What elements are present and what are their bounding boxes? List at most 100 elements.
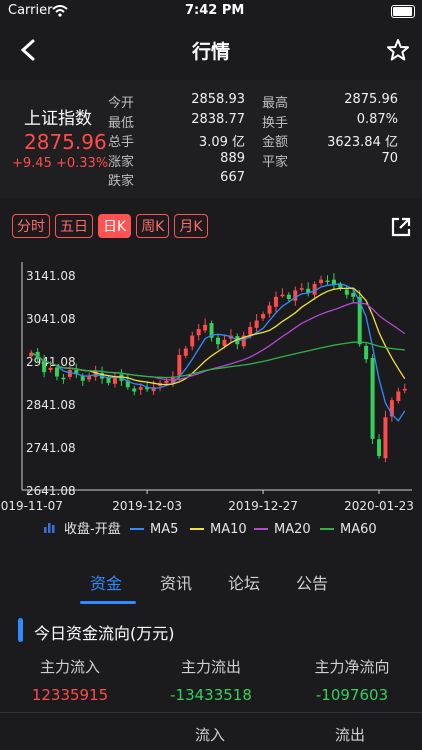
net-flow-value: -1097603 xyxy=(315,686,389,704)
candle-body xyxy=(325,280,330,283)
stat-label: 换手 xyxy=(262,115,289,131)
period-button[interactable]: 周K xyxy=(136,214,170,238)
candle-body xyxy=(203,324,208,331)
star-icon[interactable] xyxy=(386,38,410,62)
stat-value: 2838.77 xyxy=(191,111,245,127)
candle-body xyxy=(293,290,298,301)
stat-value: 70 xyxy=(381,150,398,166)
legend-label: MA5 xyxy=(150,522,178,537)
tab-underline xyxy=(80,601,136,604)
fullscreen-icon[interactable] xyxy=(390,216,412,238)
change-percent: +0.33% xyxy=(55,156,109,171)
candle-body xyxy=(87,376,92,380)
period-button[interactable]: 分时 xyxy=(12,214,50,238)
legend-label: MA60 xyxy=(340,522,377,537)
fund-flow-section: 今日资金流向(万元) 主力流入 主力流出 主力净流向 12335915 -134… xyxy=(0,606,422,750)
stat-label: 金额 xyxy=(262,135,289,150)
nav-bar: 行情 xyxy=(0,22,422,78)
candle-body xyxy=(273,296,278,307)
candle-body xyxy=(319,279,324,284)
candle-body xyxy=(177,354,182,376)
candle-body xyxy=(338,284,343,289)
inflow-value: 12335915 xyxy=(31,686,109,704)
candle-body xyxy=(54,367,59,377)
candle-body xyxy=(377,439,382,457)
section-marker xyxy=(18,618,23,642)
page-title: 行情 xyxy=(191,41,230,63)
period-buttons: 分时 五日 日K 周K 月K xyxy=(12,214,412,238)
candle-body xyxy=(280,294,285,297)
candle-body xyxy=(299,288,304,290)
candle-body xyxy=(61,377,66,380)
candle-body xyxy=(383,417,388,459)
stat-label: 总手 xyxy=(108,135,135,150)
divider xyxy=(0,712,422,713)
candle-body xyxy=(402,388,407,391)
clock: 7:42 PM xyxy=(185,3,245,18)
index-price: 2875.96 xyxy=(24,130,107,154)
candle-body xyxy=(196,329,201,336)
stat-value: 889 xyxy=(220,150,245,166)
y-tick-label: 2641.08 xyxy=(26,484,76,498)
candle-body xyxy=(351,293,356,297)
candle-body xyxy=(222,339,227,346)
legend-bar-icon xyxy=(44,527,47,533)
fund-flow-title: 今日资金流向(万元) xyxy=(34,624,175,643)
table-header-in: 流入 xyxy=(195,726,226,744)
kline-chart[interactable]: 3141.083041.082941.082841.082741.082641.… xyxy=(0,258,422,548)
outflow-header: 主力流出 xyxy=(180,658,241,676)
period-button[interactable]: 五日 xyxy=(55,214,93,238)
net-flow-header: 主力净流向 xyxy=(314,658,390,676)
carrier-label: Carrier xyxy=(8,3,53,18)
stat-value: 3623.84 亿 xyxy=(327,135,398,150)
period-button[interactable]: 月K xyxy=(174,214,208,238)
candle-body xyxy=(248,326,253,335)
candle-body xyxy=(132,388,137,392)
candle-body xyxy=(183,348,188,356)
candle-body xyxy=(396,391,401,401)
content-tabs: 资金 资讯 论坛 公告 xyxy=(0,560,422,606)
index-name: 上证指数 xyxy=(24,109,92,129)
stat-value: 3.09 亿 xyxy=(198,135,245,150)
stat-value: 667 xyxy=(220,170,245,185)
candle-body xyxy=(344,289,349,295)
legend-label: 收盘-开盘 xyxy=(64,521,121,537)
x-tick-label: 2019-12-03 xyxy=(112,499,182,513)
tab-news[interactable]: 资讯 xyxy=(160,570,192,594)
tab-forum[interactable]: 论坛 xyxy=(228,570,260,594)
wifi-icon xyxy=(52,5,68,17)
candle-body xyxy=(286,294,291,300)
candle-body xyxy=(370,357,375,439)
legend-label: MA10 xyxy=(210,522,247,537)
stat-label: 最低 xyxy=(108,115,135,131)
inflow-header: 主力流入 xyxy=(39,658,100,676)
candle-body xyxy=(364,345,369,360)
y-tick-label: 3041.08 xyxy=(26,312,76,326)
candle-body xyxy=(138,387,143,390)
stat-label: 平家 xyxy=(262,154,289,170)
stat-value: 0.87% xyxy=(356,111,398,127)
period-button[interactable]: 日K xyxy=(98,214,132,238)
candle-body xyxy=(254,320,259,328)
tab-funds[interactable]: 资金 xyxy=(90,570,122,594)
stat-value: 2858.93 xyxy=(191,92,245,107)
status-bar: Carrier 7:42 PM xyxy=(0,0,422,22)
stat-label: 涨家 xyxy=(108,154,135,170)
candle-body xyxy=(261,314,266,319)
legend-label: MA20 xyxy=(274,522,311,537)
x-tick-label: 2019-11-07 xyxy=(0,499,63,513)
tab-announcement[interactable]: 公告 xyxy=(296,570,328,594)
candle-body xyxy=(80,376,85,381)
candle-body xyxy=(190,335,195,347)
change-value: +9.45 xyxy=(12,156,52,171)
candle-body xyxy=(216,337,220,345)
outflow-value: -13433518 xyxy=(170,686,252,704)
stat-label: 今开 xyxy=(108,96,135,111)
legend-bar-icon xyxy=(52,525,55,533)
stat-label: 最高 xyxy=(262,96,289,111)
legend-bar-icon xyxy=(48,523,51,533)
index-change: +9.45 +0.33% xyxy=(12,156,108,171)
y-tick-label: 3141.08 xyxy=(26,269,76,283)
stat-value: 2875.96 xyxy=(344,92,398,107)
x-tick-label: 2020-01-23 xyxy=(344,499,414,513)
